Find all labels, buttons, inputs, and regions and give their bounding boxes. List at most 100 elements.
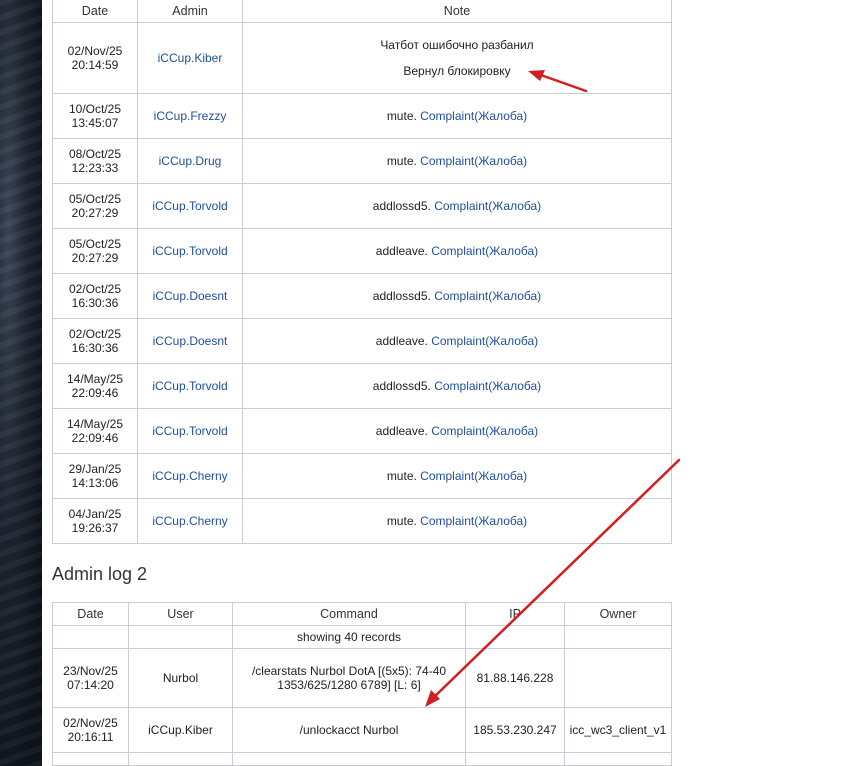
time-text: 07:14:20 <box>67 678 114 692</box>
date-cell: 04/Jan/25 19:26:37 <box>52 498 138 544</box>
note-line: Чатбот ошибочно разбанил <box>380 38 534 52</box>
time-text: 20:16:11 <box>67 730 114 744</box>
admin-log-2-title: Admin log 2 <box>52 564 148 584</box>
date-text: 10/Oct/25 <box>68 102 122 116</box>
date-text: 14/May/25 <box>66 417 124 431</box>
ip-cell: 185.53.230.247 <box>465 707 565 753</box>
empty-cell <box>52 625 129 649</box>
col-header-note: Note <box>242 0 672 23</box>
complaint-link[interactable]: Complaint(Жалоба) <box>431 424 538 438</box>
empty-cell <box>465 625 565 649</box>
empty-cell <box>232 752 466 766</box>
admin-cell[interactable]: iCCup.Torvold <box>137 228 243 274</box>
admin-cell[interactable]: iCCup.Torvold <box>137 408 243 454</box>
table-row: 14/May/25 22:09:46 iCCup.Torvold addleave… <box>52 408 672 454</box>
table-row: 10/Oct/25 13:45:07 iCCup.Frezzy mute. Com… <box>52 93 672 139</box>
admin-cell[interactable]: iCCup.Doesnt <box>137 273 243 319</box>
time-text: 14:13:06 <box>71 476 119 490</box>
complaint-link[interactable]: Complaint(Жалоба) <box>420 469 527 483</box>
date-text: 02/Nov/25 <box>67 44 123 58</box>
note-cell: addleave. Complaint(Жалоба) <box>242 318 672 364</box>
admin-link[interactable]: iCCup.Doesnt <box>153 289 228 303</box>
date-cell: 05/Oct/25 20:27:29 <box>52 183 138 229</box>
records-count: showing 40 records <box>232 625 466 649</box>
command-line: 1353/625/1280 6789] [L: 6] <box>277 678 421 692</box>
admin-cell[interactable]: iCCup.Cherny <box>137 498 243 544</box>
admin-link[interactable]: iCCup.Torvold <box>152 244 227 258</box>
complaint-link[interactable]: Complaint(Жалоба) <box>420 109 527 123</box>
empty-cell <box>465 752 565 766</box>
time-text: 13:45:07 <box>71 116 119 130</box>
complaint-link[interactable]: Complaint(Жалоба) <box>434 289 541 303</box>
admin-link[interactable]: iCCup.Doesnt <box>153 334 228 348</box>
complaint-link[interactable]: Complaint(Жалоба) <box>420 514 527 528</box>
complaint-link[interactable]: Complaint(Жалоба) <box>431 244 538 258</box>
owner-cell <box>564 648 672 708</box>
date-text: 04/Jan/25 <box>68 507 122 521</box>
admin-cell[interactable]: iCCup.Frezzy <box>137 93 243 139</box>
admin-link[interactable]: iCCup.Torvold <box>152 199 227 213</box>
date-text: 23/Nov/25 <box>63 664 118 678</box>
date-cell: 05/Oct/25 20:27:29 <box>52 228 138 274</box>
empty-cell <box>564 752 672 766</box>
empty-cell <box>564 625 672 649</box>
table-row: 05/Oct/25 20:27:29 iCCup.Torvold addleave… <box>52 228 672 274</box>
admin-link[interactable]: iCCup.Cherny <box>152 514 227 528</box>
col-header-ip: IP <box>465 602 565 626</box>
ip-cell: 81.88.146.228 <box>465 648 565 708</box>
col-header-owner: Owner <box>564 602 672 626</box>
time-text: 19:26:37 <box>71 521 119 535</box>
note-line: Вернул блокировку <box>403 64 511 78</box>
complaint-link[interactable]: Complaint(Жалоба) <box>434 199 541 213</box>
admin-cell[interactable]: iCCup.Doesnt <box>137 318 243 364</box>
command-cell: /clearstats Nurbol DotA [(5x5): 74-40 135… <box>232 648 466 708</box>
note-prefix: addlossd5. <box>372 289 431 303</box>
table-row: 08/Oct/25 12:23:33 iCCup.Drug mute. Compl… <box>52 138 672 184</box>
complaint-link[interactable]: Complaint(Жалоба) <box>431 334 538 348</box>
admin-cell[interactable]: iCCup.Torvold <box>137 183 243 229</box>
table-row: 02/Oct/25 16:30:36 iCCup.Doesnt addleave.… <box>52 318 672 364</box>
table-row: 14/May/25 22:09:46 iCCup.Torvold addlossd… <box>52 363 672 409</box>
date-cell: 10/Oct/25 13:45:07 <box>52 93 138 139</box>
admin-link[interactable]: iCCup.Drug <box>159 154 222 168</box>
date-text: 02/Nov/25 <box>63 716 118 730</box>
date-cell: 14/May/25 22:09:46 <box>52 408 138 454</box>
date-cell: 08/Oct/25 12:23:33 <box>52 138 138 184</box>
complaint-link[interactable]: Complaint(Жалоба) <box>420 154 527 168</box>
col-header-admin: Admin <box>137 0 243 23</box>
col-header-command: Command <box>232 602 466 626</box>
background-artwork <box>0 0 42 766</box>
time-text: 12:23:33 <box>71 161 119 175</box>
note-cell: addleave. Complaint(Жалоба) <box>242 228 672 274</box>
time-text: 16:30:36 <box>71 296 119 310</box>
date-text: 02/Oct/25 <box>68 282 122 296</box>
admin-link[interactable]: iCCup.Cherny <box>152 469 227 483</box>
time-text: 20:27:29 <box>71 206 119 220</box>
admin-cell[interactable]: iCCup.Cherny <box>137 453 243 499</box>
empty-cell <box>128 752 233 766</box>
table-row: 02/Nov/25 20:14:59 iCCup.Kiber Чатбот оши… <box>52 22 672 94</box>
note-prefix: addleave. <box>375 334 428 348</box>
date-text: 02/Oct/25 <box>68 327 122 341</box>
note-cell: addlossd5. Complaint(Жалоба) <box>242 363 672 409</box>
table-row: 04/Jan/25 19:26:37 iCCup.Cherny mute. Com… <box>52 498 672 544</box>
admin-cell[interactable]: iCCup.Kiber <box>137 22 243 94</box>
admin-link[interactable]: iCCup.Frezzy <box>154 109 227 123</box>
admin-link[interactable]: iCCup.Kiber <box>158 51 223 65</box>
time-text: 22:09:46 <box>71 431 119 445</box>
time-text: 20:27:29 <box>71 251 119 265</box>
date-text: 08/Oct/25 <box>68 147 122 161</box>
note-prefix: mute. <box>386 154 417 168</box>
complaint-link[interactable]: Complaint(Жалоба) <box>434 379 541 393</box>
main-content: Date Admin Note 02/Nov/25 20:14:59 iCCup.… <box>42 0 842 766</box>
admin-cell[interactable]: iCCup.Torvold <box>137 363 243 409</box>
col-header-date: Date <box>52 0 138 23</box>
admin-link[interactable]: iCCup.Torvold <box>152 379 227 393</box>
date-text: 29/Jan/25 <box>68 462 122 476</box>
note-cell: mute. Complaint(Жалоба) <box>242 138 672 184</box>
admin-cell[interactable]: iCCup.Drug <box>137 138 243 184</box>
date-cell: 02/Oct/25 16:30:36 <box>52 273 138 319</box>
command-line: /clearstats Nurbol DotA [(5x5): 74-40 <box>251 664 447 678</box>
admin-link[interactable]: iCCup.Torvold <box>152 424 227 438</box>
date-text: 05/Oct/25 <box>68 192 122 206</box>
